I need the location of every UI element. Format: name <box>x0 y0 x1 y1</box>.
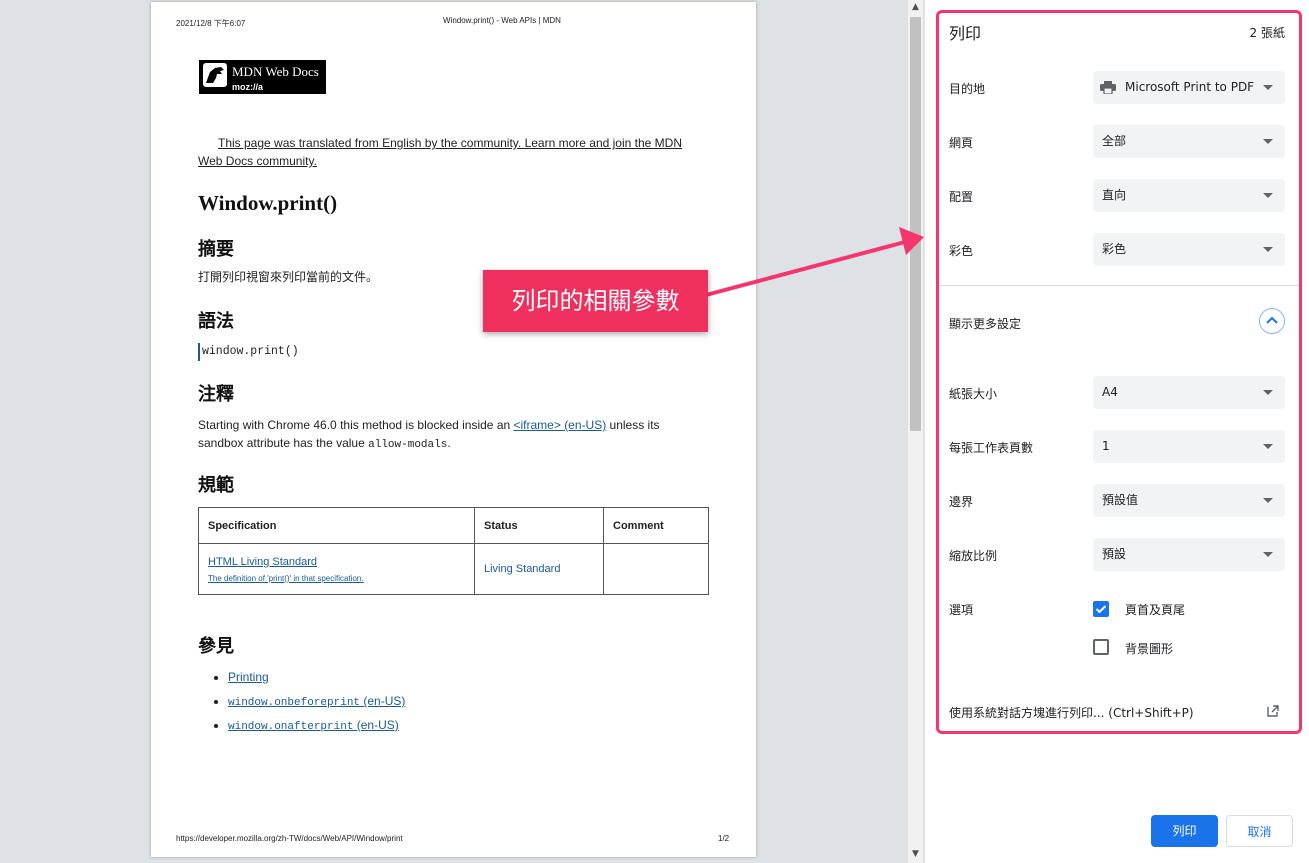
preview-page: 2021/12/8 下午6:07 Window.print() - Web AP… <box>151 2 756 857</box>
list-item[interactable]: window.onbeforeprint (en-US) <box>228 691 405 715</box>
iframe-link[interactable]: <iframe> (en-US) <box>514 418 607 432</box>
heading-see-also: 參見 <box>198 636 234 657</box>
heading-summary: 摘要 <box>198 239 234 260</box>
logo-text: MDN Web Docs <box>232 64 319 79</box>
print-button[interactable]: 列印 <box>1151 815 1218 847</box>
spec-table: Specification Status Comment HTML Living… <box>198 507 709 595</box>
scroll-up-icon[interactable]: ▲ <box>908 2 923 12</box>
spec-comment <box>603 543 709 595</box>
table-row: HTML Living Standard The definition of '… <box>198 543 709 595</box>
heading-notes: 注釋 <box>198 384 234 405</box>
table-header: Status <box>474 507 604 544</box>
spec-link[interactable]: HTML Living Standard <box>208 556 465 568</box>
summary-text: 打開列印視窗來列印當前的文件。 <box>198 270 379 284</box>
see-also-list: Printing window.onbeforeprint (en-US) wi… <box>208 667 405 739</box>
mdn-logo: MDN Web Docs moz://a <box>199 60 326 94</box>
page-heading: Window.print() <box>198 191 338 215</box>
translation-notice[interactable]: This page was translated from English by… <box>198 134 698 170</box>
syntax-code: window.print() <box>198 343 299 361</box>
preview-header-date: 2021/12/8 下午6:07 <box>176 19 246 28</box>
annotation-arrow-icon <box>705 227 924 297</box>
preview-footer-page: 1/2 <box>718 834 730 843</box>
list-item[interactable]: Printing <box>228 667 405 691</box>
notes-paragraph: Starting with Chrome 46.0 this method is… <box>198 418 660 451</box>
spec-status: Living Standard <box>474 543 604 595</box>
spec-desc: The definition of 'print()' in that spec… <box>208 573 364 583</box>
print-preview-area: 2021/12/8 下午6:07 Window.print() - Web AP… <box>0 0 908 863</box>
scroll-down-icon[interactable]: ▼ <box>908 849 923 859</box>
list-item[interactable]: window.onafterprint (en-US) <box>228 715 405 739</box>
preview-footer-url: https://developer.mozilla.org/zh-TW/docs… <box>176 834 403 843</box>
heading-syntax: 語法 <box>198 311 234 332</box>
dino-logo-icon <box>203 63 227 87</box>
preview-header-title: Window.print() - Web APIs | MDN <box>443 16 561 25</box>
cancel-button[interactable]: 取消 <box>1226 815 1293 847</box>
annotation-callout: 列印的相關參數 <box>483 270 708 332</box>
table-header: Specification <box>198 507 475 544</box>
annotation-highlight-box <box>936 10 1302 734</box>
table-header: Comment <box>603 507 709 544</box>
logo-sub: moz://a <box>232 82 264 92</box>
scrollbar-thumb[interactable] <box>910 17 921 431</box>
heading-spec: 規範 <box>198 475 234 496</box>
